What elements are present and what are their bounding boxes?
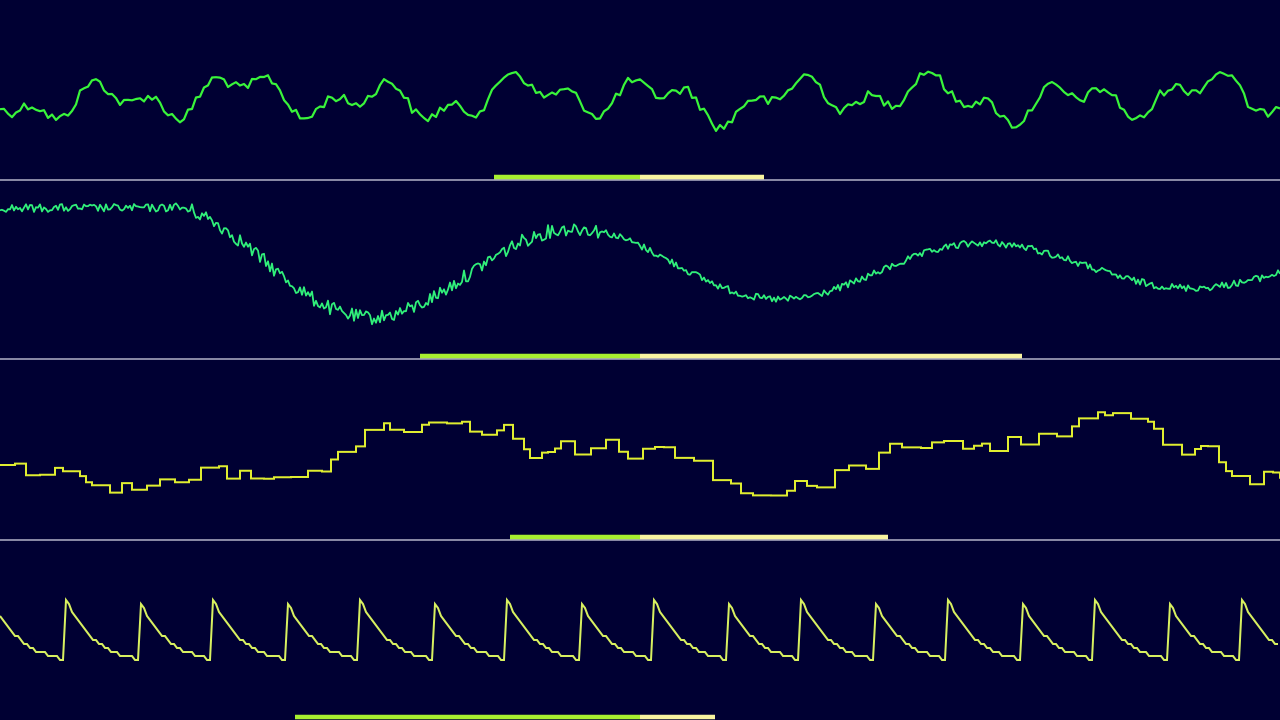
waveform-canvas: [0, 70, 1280, 720]
waveform-channel-1: [0, 70, 1280, 132]
waveform-channel-3: [0, 411, 1280, 497]
waveform-channel-4: [0, 597, 1278, 661]
waveform-channel-2: [0, 202, 1280, 326]
oscilloscope-display: [0, 0, 1280, 720]
